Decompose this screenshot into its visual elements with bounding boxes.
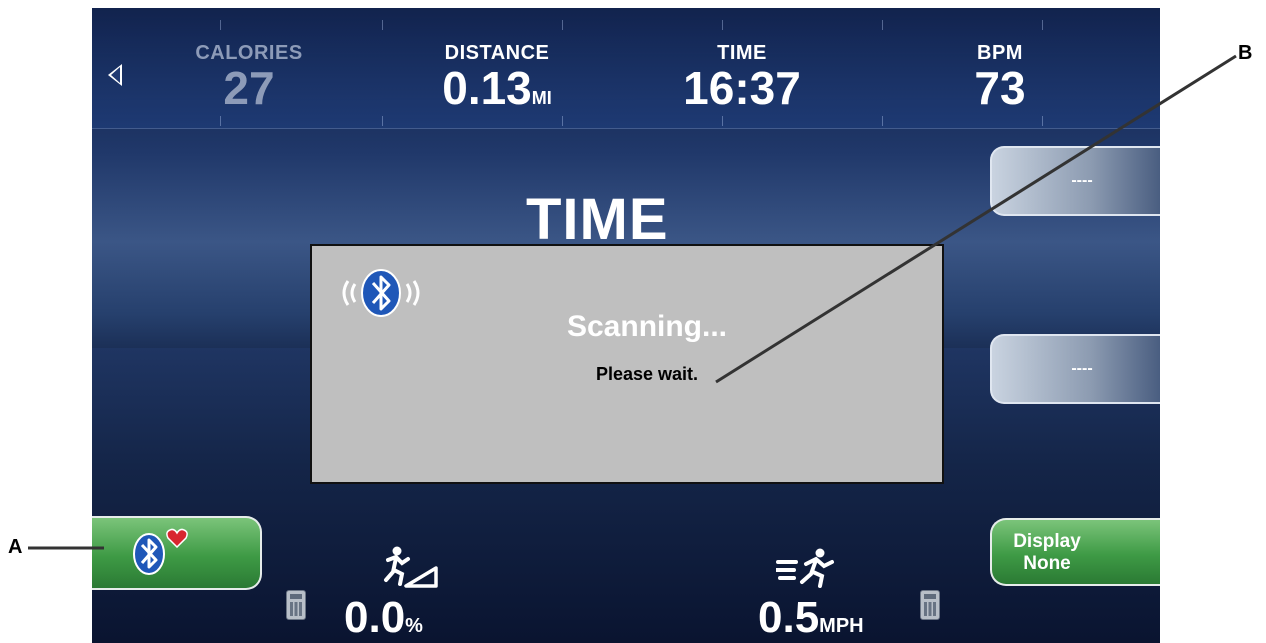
stat-bpm: BPM 73 <box>950 42 1050 111</box>
incline-readout: 0.0% <box>344 596 423 643</box>
stats-bar: CALORIES 27 DISTANCE 0.13MI TIME 16:37 B… <box>92 8 1160 129</box>
speed-readout: 0.5MPH <box>758 596 864 643</box>
incline-runner-icon <box>384 546 438 588</box>
speed-keypad-icon[interactable] <box>920 590 940 620</box>
stat-calories: CALORIES 27 <box>184 42 314 111</box>
speed-value: 0.5 <box>758 593 820 642</box>
stat-time: TIME 16:37 <box>672 42 812 111</box>
bluetooth-icon <box>133 533 165 575</box>
distance-unit: MI <box>531 88 552 108</box>
bpm-value: 73 <box>974 62 1026 114</box>
heart-icon <box>166 528 188 548</box>
display-button-line2: None <box>1023 553 1071 574</box>
callout-a-label: A <box>8 536 23 558</box>
upper-side-button[interactable]: ---- <box>990 146 1160 216</box>
scanning-dialog: Scanning... Please wait. <box>310 244 944 484</box>
display-button-line1: Display <box>1013 531 1081 552</box>
incline-keypad-icon[interactable] <box>286 590 306 620</box>
scanning-title: Scanning... <box>566 310 728 343</box>
treadmill-screen: CALORIES 27 DISTANCE 0.13MI TIME 16:37 B… <box>92 8 1160 643</box>
incline-value: 0.0 <box>344 593 406 642</box>
scanning-message: Please wait. <box>595 364 699 384</box>
callout-b-label: B <box>1238 42 1253 64</box>
main-display-title: TIME <box>526 187 669 252</box>
time-value: 16:37 <box>683 62 801 114</box>
incline-unit: % <box>405 615 423 637</box>
calories-value: 27 <box>223 62 275 114</box>
back-arrow-icon[interactable] <box>108 64 122 86</box>
lower-side-button[interactable]: ---- <box>990 334 1160 404</box>
speed-unit: MPH <box>819 615 864 637</box>
bluetooth-heart-rate-button[interactable] <box>92 516 262 590</box>
display-mode-button[interactable]: Display None <box>990 518 1160 586</box>
speed-runner-icon <box>776 548 834 588</box>
distance-value: 0.13 <box>442 62 532 114</box>
stat-distance: DISTANCE 0.13MI <box>422 42 572 121</box>
